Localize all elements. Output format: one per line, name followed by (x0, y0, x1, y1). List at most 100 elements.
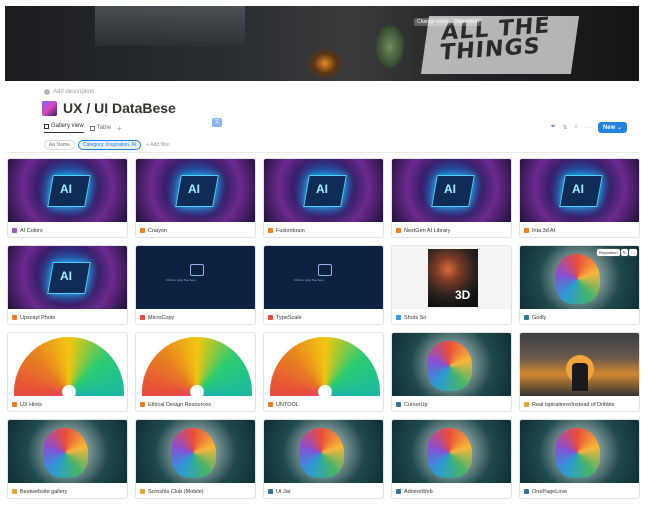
card-thumbnail (520, 420, 639, 483)
page-icon (396, 315, 401, 320)
translate-icon[interactable]: 文 (212, 118, 222, 127)
card-title: NextGen AI Library (404, 227, 451, 234)
new-button[interactable]: New ⌄ (597, 122, 627, 133)
tab-table[interactable]: Table (89, 125, 111, 131)
page-title-row: UX / UI DataBese (42, 100, 176, 116)
filter-chip-name[interactable]: Aa Name (44, 140, 75, 150)
card-footer: UNTOOL (264, 396, 383, 411)
gallery-card[interactable]: MicroCopy (135, 245, 256, 325)
card-title: Inta 3d AI (532, 227, 556, 234)
add-description[interactable]: Add description (44, 89, 94, 95)
card-footer: Scrnshts Club (Mobile) (136, 483, 255, 498)
gallery-card[interactable]: UI Jar (263, 419, 384, 499)
cover-plant (375, 24, 405, 69)
card-title: Ethical Design Resources (148, 401, 211, 408)
reposition-button[interactable]: Reposition (596, 249, 620, 256)
more-icon[interactable]: ··· (585, 125, 591, 131)
gallery-card[interactable]: Real Ispirations/Instead of Dribble (519, 332, 640, 412)
page-emoji-icon[interactable] (42, 100, 57, 116)
card-footer: AdmireWeb (392, 483, 511, 498)
gallery-card[interactable]: UX Hints (7, 332, 128, 412)
page-icon (396, 228, 401, 233)
card-footer: UX Hints (8, 396, 127, 411)
reposition-cover-button[interactable]: Reposition (452, 18, 482, 26)
search-icon[interactable]: ⌕ (575, 124, 578, 131)
card-footer: Ethical Design Resources (136, 396, 255, 411)
page-icon (268, 228, 273, 233)
card-title: TypeScale (276, 314, 302, 321)
card-footer: UI Jar (264, 483, 383, 498)
page-icon (524, 489, 529, 494)
more-icon[interactable]: ··· (629, 249, 637, 256)
edit-icon[interactable]: ✎ (620, 249, 628, 256)
card-footer: Real Ispirations/Instead of Dribble (520, 396, 639, 411)
gallery-card[interactable]: UNTOOL (263, 332, 384, 412)
card-footer: Inta 3d AI (520, 222, 639, 237)
page-icon (12, 402, 17, 407)
page-icon (12, 315, 17, 320)
page-icon (396, 489, 401, 494)
change-cover-button[interactable]: Change cover (414, 18, 452, 26)
filter-bar: Aa Name Category: Inspiration, AI + Add … (44, 140, 170, 150)
gallery-card[interactable]: Bestwebsite gallery (7, 419, 128, 499)
cover-actions: Change cover Reposition (414, 18, 483, 26)
page-icon (12, 228, 17, 233)
gallery-card[interactable]: Reposition ✎ ··· Godly (519, 245, 640, 325)
card-footer: TypeScale (264, 309, 383, 324)
card-title: AI Colors (20, 227, 43, 234)
card-title: Upscayl Photo (20, 314, 56, 321)
card-footer: Craiyon (136, 222, 255, 237)
gallery-card[interactable]: TypeScale (263, 245, 384, 325)
card-thumbnail (392, 333, 511, 396)
gallery-card[interactable]: CursorUp (391, 332, 512, 412)
card-title: Fusionbrain (276, 227, 305, 234)
page-icon (140, 489, 145, 494)
card-title: UI Jar (276, 488, 291, 495)
gallery-card[interactable]: NextGen AI Library (391, 158, 512, 238)
card-footer: AI Colors (8, 222, 127, 237)
card-title: Real Ispirations/Instead of Dribble (532, 401, 615, 408)
tab-gallery-view[interactable]: Gallery view (44, 123, 84, 133)
card-title: AdmireWeb (404, 488, 433, 495)
card-thumbnail (136, 159, 255, 222)
card-title: UX Hints (20, 401, 42, 408)
page-title[interactable]: UX / UI DataBese (63, 100, 176, 116)
page-icon (524, 228, 529, 233)
card-thumbnail (520, 333, 639, 396)
page-icon (140, 315, 145, 320)
tab-label: Gallery view (51, 123, 84, 129)
card-thumbnail (520, 159, 639, 222)
page-icon (268, 402, 273, 407)
card-footer: NextGen AI Library (392, 222, 511, 237)
gallery-card[interactable]: AdmireWeb (391, 419, 512, 499)
page-icon (396, 402, 401, 407)
filter-icon[interactable]: ⏷ (551, 124, 556, 131)
filter-chip-category[interactable]: Category: Inspiration, AI (77, 140, 142, 150)
view-tabs: Gallery view Table + (44, 123, 122, 133)
gallery-card[interactable]: OnePageLove (519, 419, 640, 499)
add-filter-button[interactable]: + Add filter (146, 142, 170, 148)
sort-icon[interactable]: ⇅ (563, 124, 568, 131)
gallery-card[interactable]: Craiyon (135, 158, 256, 238)
add-view-icon[interactable]: + (117, 124, 122, 133)
card-footer: Godly (520, 309, 639, 324)
gallery-card[interactable]: Fusionbrain (263, 158, 384, 238)
card-footer: Bestwebsite gallery (8, 483, 127, 498)
gallery-card[interactable]: Shots So (391, 245, 512, 325)
card-hover-actions: Reposition ✎ ··· (596, 249, 637, 256)
page-icon (524, 402, 529, 407)
card-thumbnail (8, 333, 127, 396)
gallery-card[interactable]: Ethical Design Resources (135, 332, 256, 412)
card-title: OnePageLove (532, 488, 568, 495)
page-icon (524, 315, 529, 320)
card-thumbnail (8, 246, 127, 309)
card-thumbnail (392, 159, 511, 222)
card-title: CursorUp (404, 401, 428, 408)
gallery-card[interactable]: Scrnshts Club (Mobile) (135, 419, 256, 499)
gallery-card[interactable]: Upscayl Photo (7, 245, 128, 325)
gallery-card[interactable]: AI Colors (7, 158, 128, 238)
card-footer: Shots So (392, 309, 511, 324)
gallery-card[interactable]: Inta 3d AI (519, 158, 640, 238)
page-icon (12, 489, 17, 494)
cover-window (95, 6, 245, 46)
